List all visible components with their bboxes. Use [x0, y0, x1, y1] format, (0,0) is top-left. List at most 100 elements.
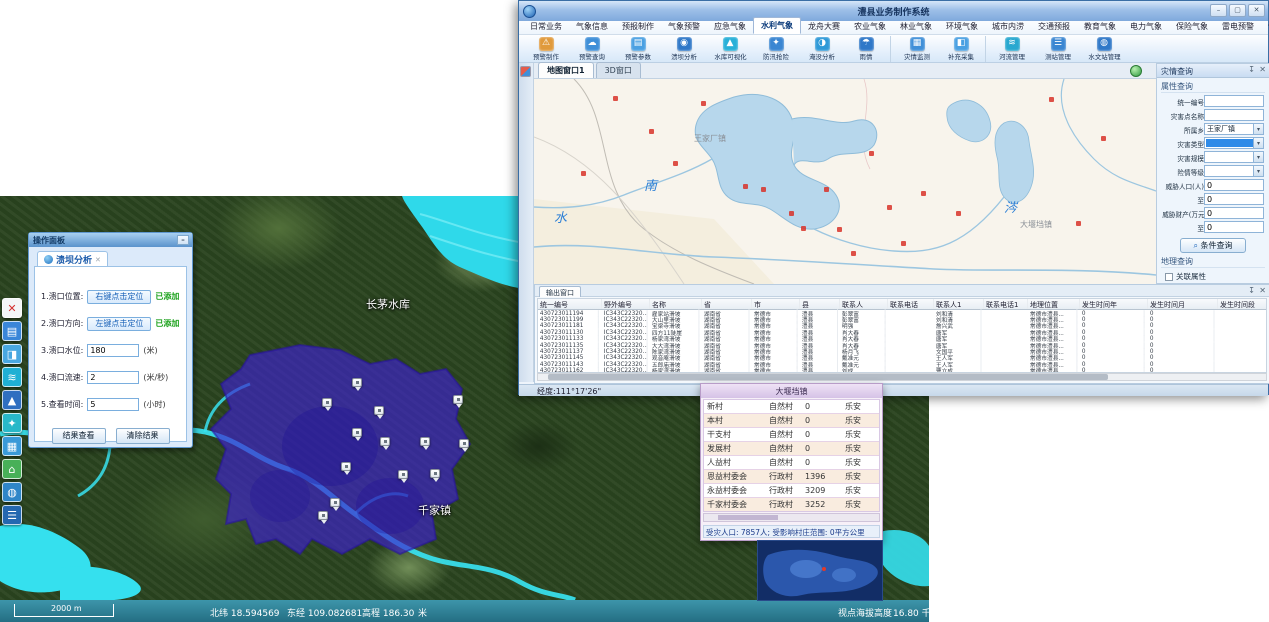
flood-result-pin[interactable]	[330, 498, 341, 512]
flood-result-pin[interactable]	[398, 470, 409, 484]
threat-population-input[interactable]	[1204, 179, 1264, 191]
breach-level-input[interactable]	[87, 344, 139, 357]
flood-result-pin[interactable]	[453, 395, 464, 409]
map-tool-button[interactable]: ☰	[2, 505, 22, 525]
village-row[interactable]: 本村自然村0乐安	[704, 414, 879, 428]
menu-item[interactable]: 预报制作	[615, 19, 661, 34]
window-titlebar[interactable]: 澧县业务制作系统 – ▢ ✕	[519, 1, 1268, 21]
ribbon-button[interactable]: ▦ 灾情监测	[894, 36, 940, 62]
disaster-name-input[interactable]	[1204, 109, 1264, 121]
map-view-tab[interactable]: 地图窗口1	[538, 62, 594, 78]
ribbon-button[interactable]: ☁ 预警查询	[569, 36, 615, 62]
flood-result-pin[interactable]	[374, 406, 385, 420]
flood-result-pin[interactable]	[420, 437, 431, 451]
menu-item[interactable]: 日常业务	[523, 19, 569, 34]
threat-asset-to-input[interactable]	[1204, 221, 1264, 233]
menu-item[interactable]: 交通预报	[1031, 19, 1077, 34]
flood-result-pin[interactable]	[380, 437, 391, 451]
output-tab[interactable]: 输出窗口	[539, 286, 581, 297]
minimize-button[interactable]: –	[1210, 4, 1227, 17]
menu-item[interactable]: 电力气象	[1123, 19, 1169, 34]
danger-level-select[interactable]	[1204, 165, 1264, 177]
menu-item[interactable]: 环境气象	[939, 19, 985, 34]
dialog-minimize-button[interactable]: –	[177, 235, 189, 245]
layers-icon[interactable]	[520, 66, 531, 77]
flow-speed-input[interactable]	[87, 371, 139, 384]
table-horizontal-scrollbar[interactable]	[537, 373, 1267, 381]
map-view-tab[interactable]: 3D窗口	[596, 62, 641, 78]
disaster-scale-select[interactable]	[1204, 151, 1264, 163]
ribbon-button[interactable]: ☰ 测站管理	[1035, 36, 1081, 62]
threat-population-to-input[interactable]	[1204, 193, 1264, 205]
flood-result-pin[interactable]	[352, 378, 363, 392]
breach-direction-pick-button[interactable]: 左键点击定位	[87, 317, 151, 331]
village-row[interactable]: 人益村自然村0乐安	[704, 456, 879, 470]
locate-button[interactable]	[1130, 65, 1142, 77]
map-tool-button[interactable]: ≋	[2, 367, 22, 387]
pin-icon[interactable]: ↧	[1248, 65, 1255, 74]
menu-item[interactable]: 气象信息	[569, 19, 615, 34]
map-tool-button[interactable]: ▲	[2, 390, 22, 410]
menu-item[interactable]: 龙舟大赛	[801, 19, 847, 34]
menu-item[interactable]: 应急气象	[707, 19, 753, 34]
flood-result-pin[interactable]	[352, 428, 363, 442]
menu-item[interactable]: 城市内涝	[985, 19, 1031, 34]
menu-item[interactable]: 保险气象	[1169, 19, 1215, 34]
maximize-button[interactable]: ▢	[1229, 4, 1246, 17]
close-icon[interactable]: ✕	[1259, 65, 1266, 74]
close-button[interactable]: ✕	[1248, 4, 1265, 17]
menu-item[interactable]: 气象活动	[1261, 19, 1269, 34]
village-panel-title[interactable]: 大堰垱镇	[701, 384, 882, 398]
flood-result-pin[interactable]	[459, 439, 470, 453]
township-select[interactable]: 王家厂镇	[1204, 123, 1264, 135]
vector-map[interactable]: 南水涔 王家厂镇大堰垱镇	[534, 79, 1156, 284]
breach-position-pick-button[interactable]: 右键点击定位	[87, 290, 151, 304]
map-tool-button[interactable]: ✕	[2, 298, 22, 318]
village-scrollbar[interactable]	[703, 513, 880, 522]
map-tool-button[interactable]: ▦	[2, 436, 22, 456]
menu-item[interactable]: 农业气象	[847, 19, 893, 34]
scrollbar-thumb[interactable]	[718, 515, 778, 520]
tab-dam-break-analysis[interactable]: 溃坝分析 ✕	[37, 251, 108, 267]
village-row[interactable]: 干支村自然村0乐安	[704, 428, 879, 442]
disaster-points-table[interactable]: 统一编号野外编号名称省市县联系人联系电话联系人1联系电话1地理位置发生时间年发生…	[537, 298, 1267, 373]
pin-icon[interactable]: ↧	[1248, 286, 1255, 295]
village-row[interactable]: 发展村自然村0乐安	[704, 442, 879, 456]
village-row[interactable]: 恩益村委会行政村1396乐安	[704, 470, 879, 484]
ribbon-button[interactable]: ◍ 水文站管理	[1081, 36, 1127, 62]
scrollbar-thumb[interactable]	[548, 374, 1108, 380]
ribbon-button[interactable]: ◧ 补充采集	[940, 36, 986, 62]
map-tool-button[interactable]: ✦	[2, 413, 22, 433]
clear-result-button[interactable]: 清除结果	[116, 428, 170, 444]
link-attribute-checkbox[interactable]: 关联属性	[1165, 271, 1261, 282]
menu-item[interactable]: 水利气象	[753, 17, 801, 34]
ribbon-button[interactable]: ▲ 水库可视化	[707, 36, 753, 62]
village-row[interactable]: 永益村委会行政村3209乐安	[704, 484, 879, 498]
ribbon-button[interactable]: ≋ 河流管理	[989, 36, 1035, 62]
menu-item[interactable]: 气象预警	[661, 19, 707, 34]
menu-item[interactable]: 林业气象	[893, 19, 939, 34]
overview-minimap[interactable]	[757, 540, 883, 601]
dialog-titlebar[interactable]: 操作面板 –	[29, 233, 192, 247]
tab-close-icon[interactable]: ✕	[95, 256, 101, 264]
condition-query-button[interactable]: ⌕ 条件查询	[1180, 238, 1246, 253]
view-result-button[interactable]: 结果查看	[52, 428, 106, 444]
ribbon-button[interactable]: ⚠ 预警制作	[523, 36, 569, 62]
village-table[interactable]: 新村自然村0乐安本村自然村0乐安干支村自然村0乐安发展村自然村0乐安人益村自然村…	[703, 399, 880, 512]
village-row[interactable]: 千家村委会行政村3252乐安	[704, 498, 879, 512]
map-tool-button[interactable]: ⌂	[2, 459, 22, 479]
view-time-input[interactable]	[87, 398, 139, 411]
disaster-type-select[interactable]	[1204, 137, 1264, 149]
map-tool-button[interactable]: ◨	[2, 344, 22, 364]
map-tool-button[interactable]: ◍	[2, 482, 22, 502]
ribbon-button[interactable]: ☂ 雨情	[845, 36, 891, 62]
village-row[interactable]: 新村自然村0乐安	[704, 400, 879, 414]
flood-result-pin[interactable]	[322, 398, 333, 412]
ribbon-button[interactable]: ◑ 淹没分析	[799, 36, 845, 62]
ribbon-button[interactable]: ✦ 防汛抢险	[753, 36, 799, 62]
flood-result-pin[interactable]	[430, 469, 441, 483]
threat-asset-input[interactable]	[1204, 207, 1264, 219]
uid-input[interactable]	[1204, 95, 1264, 107]
flood-result-pin[interactable]	[318, 511, 329, 525]
menu-item[interactable]: 雷电预警	[1215, 19, 1261, 34]
